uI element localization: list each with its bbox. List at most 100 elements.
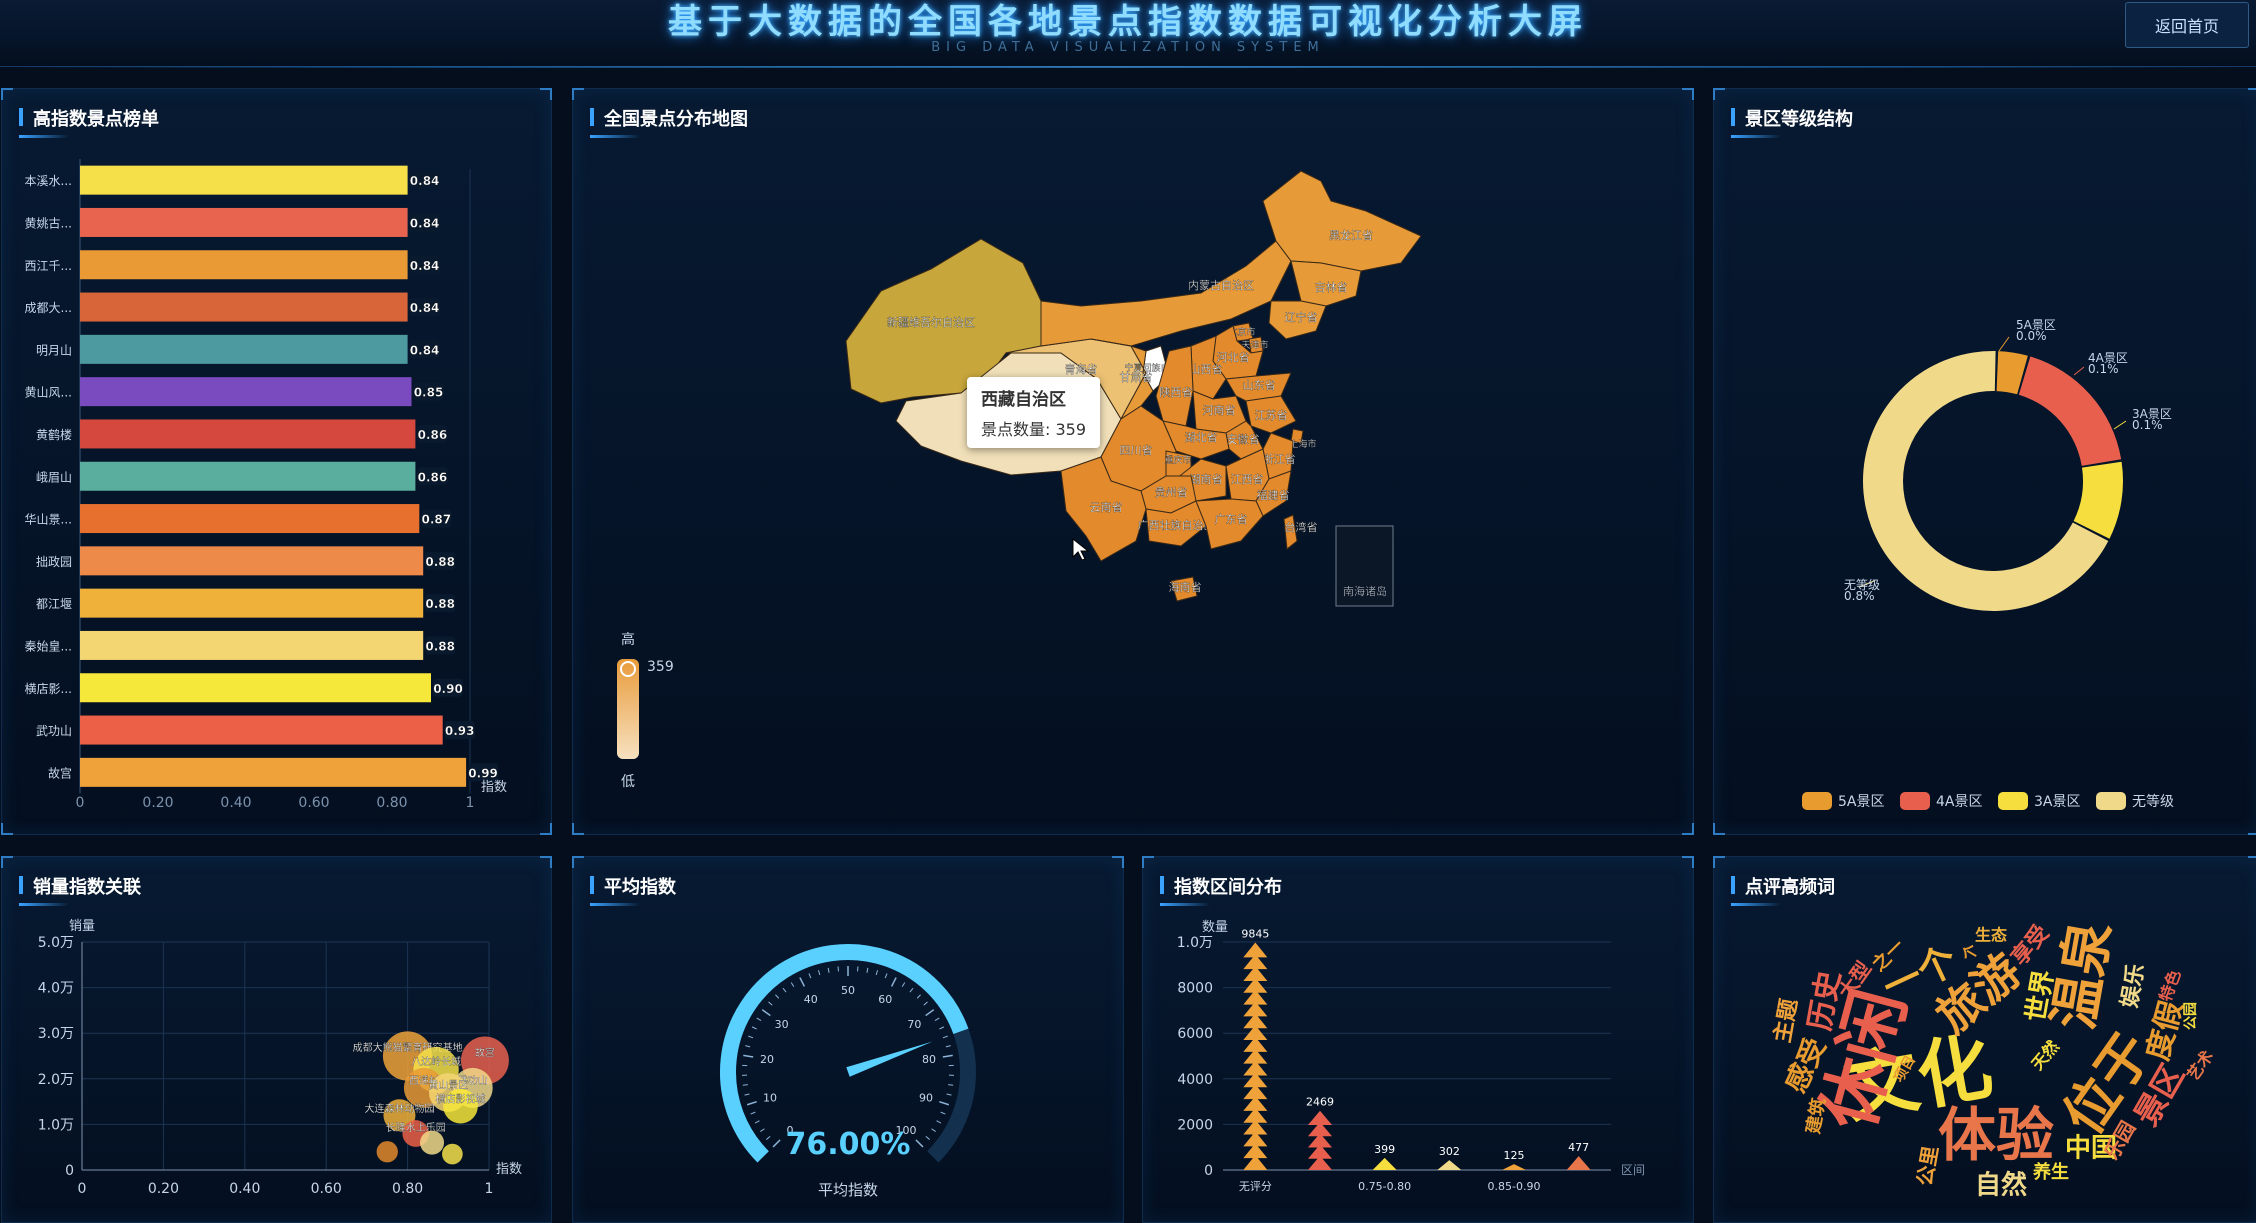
word-cloud-word: 公里 xyxy=(1912,1144,1943,1188)
page-title: 基于大数据的全国各地景点指数数据可视化分析大屏 xyxy=(0,0,2256,43)
gauge-tick xyxy=(747,1102,757,1105)
rank-value-label: 0.86 xyxy=(418,428,448,442)
rank-tick-label: 拙政园 xyxy=(36,555,72,569)
rank-value-label: 0.90 xyxy=(433,682,463,696)
visualmap-high-label: 高 xyxy=(621,631,635,648)
gauge-tick-label: 60 xyxy=(878,993,892,1006)
dist-y-tick: 0 xyxy=(1204,1163,1213,1179)
rank-bar xyxy=(80,208,408,237)
rank-bar xyxy=(80,250,408,279)
tooltip-region: 西藏自治区 xyxy=(981,385,1086,410)
map-region-label: 河南省 xyxy=(1203,404,1236,417)
sales-y-label: 销量 xyxy=(69,919,95,934)
gauge-tick xyxy=(773,1140,780,1147)
gauge-tick xyxy=(768,1002,772,1005)
map-region-label: 吉林省 xyxy=(1315,280,1348,294)
map-region-label: 辽宁省 xyxy=(1285,310,1318,324)
gauge-tick xyxy=(818,970,819,975)
tooltip-label: 景点数量: xyxy=(981,420,1050,439)
dist-x-tick: 0.85-0.90 xyxy=(1488,1180,1541,1193)
sales-y-tick: 4.0万 xyxy=(38,981,74,997)
rank-x-label: 指数 xyxy=(481,780,507,795)
sales-x-tick: 0.80 xyxy=(392,1181,423,1197)
gauge-tick xyxy=(751,1112,756,1114)
gauge-tick xyxy=(755,1121,759,1123)
map-region-label: 广西壮族自治区 xyxy=(1138,518,1215,532)
ranking-chart: 本溪水...0.84黄姚古...0.84西江千...0.84成都大...0.84… xyxy=(2,89,551,834)
sales-y-tick: 1.0万 xyxy=(38,1117,74,1133)
gauge-tick xyxy=(743,1055,753,1057)
rank-bar xyxy=(80,589,423,618)
tooltip-value: 359 xyxy=(1056,420,1087,439)
rank-bar xyxy=(80,462,415,491)
gauge-tick xyxy=(800,978,805,987)
gauge-tick xyxy=(926,1136,930,1139)
rank-tick-label: 都江堰 xyxy=(36,597,72,611)
avg-gauge: 010203040506070809010076.00%平均指数 xyxy=(573,857,1123,1222)
gauge-tick xyxy=(876,970,877,975)
sales-y-tick: 2.0万 xyxy=(38,1072,74,1088)
sales-x-tick: 0.20 xyxy=(148,1181,179,1197)
sales-x-tick: 0 xyxy=(78,1181,87,1197)
scatter-point xyxy=(442,1144,463,1165)
map-region-label: 台湾省 xyxy=(1285,520,1318,534)
map-region-label: 重庆市 xyxy=(1164,454,1191,466)
back-home-button[interactable]: 返回首页 xyxy=(2125,2,2249,48)
gauge-tick xyxy=(948,1085,953,1086)
rank-value-label: 0.87 xyxy=(421,513,451,527)
dist-value-label: 477 xyxy=(1568,1141,1589,1154)
visualmap-max-label: 359 xyxy=(647,659,674,675)
map-region-label: 云南省 xyxy=(1090,501,1123,514)
rank-bar xyxy=(80,546,423,575)
map-region-label: 福建省 xyxy=(1257,488,1290,502)
word-cloud-word: 生态 xyxy=(1975,926,2007,945)
gauge-tick xyxy=(775,995,778,999)
gauge-tick xyxy=(947,1094,952,1095)
rank-bar xyxy=(80,419,415,448)
map-tooltip: 西藏自治区 景点数量: 359 xyxy=(967,377,1100,448)
gauge-tick-label: 70 xyxy=(907,1018,921,1031)
rank-bar xyxy=(80,758,466,787)
sales-scatter-chart: 01.0万2.0万3.0万4.0万5.0万00.200.400.600.801销… xyxy=(2,857,551,1222)
gauge-tick xyxy=(935,1018,939,1021)
gauge-tick xyxy=(828,968,829,973)
dist-x-tick: 0.75-0.80 xyxy=(1358,1180,1411,1193)
gauge-tick xyxy=(916,1140,923,1147)
word-cloud-word: 娱乐 xyxy=(2117,962,2149,1010)
rank-x-tick: 0.60 xyxy=(298,795,329,811)
tooltip-row: 景点数量: 359 xyxy=(981,416,1086,440)
scatter-label: 故宫 xyxy=(475,1046,495,1059)
rank-value-label: 0.99 xyxy=(468,766,498,780)
rank-x-tick: 0.40 xyxy=(220,795,251,811)
visualmap-low-label: 低 xyxy=(621,774,635,790)
dist-x-label: 区间 xyxy=(1621,1163,1645,1177)
dist-y-tick: 1.0万 xyxy=(1177,935,1213,951)
gauge-tick xyxy=(766,1136,770,1139)
dist-bar-segment xyxy=(1243,943,1267,958)
rank-x-tick: 1 xyxy=(466,795,475,811)
map-panel: 全国景点分布地图 新疆维吾尔自治区西藏自治区青海省内蒙古自治区黑龙江省吉林省辽宁… xyxy=(572,88,1694,835)
rank-tick-label: 武功山 xyxy=(36,724,72,738)
avg-panel: 平均指数 010203040506070809010076.00%平均指数 xyxy=(572,856,1124,1223)
rank-x-tick: 0.80 xyxy=(376,795,407,811)
word-cloud-word: 天然 xyxy=(2028,1037,2063,1074)
gauge-tick xyxy=(892,978,897,987)
grade-slice-value: 0.1% xyxy=(2088,362,2119,376)
gauge-tick-label: 30 xyxy=(775,1018,789,1031)
gauge-tick xyxy=(910,988,913,992)
gauge-tick xyxy=(926,1010,934,1016)
map-region-label: 上海市 xyxy=(1289,438,1316,450)
page-subtitle: BIG DATA VISUALIZATION SYSTEM xyxy=(0,40,2256,55)
map-region-label: 山东省 xyxy=(1243,379,1276,392)
rank-tick-label: 横店影... xyxy=(25,682,72,696)
gauge-tick xyxy=(932,1129,936,1132)
grade-donut-chart: 5A景区0.0%4A景区0.1%3A景区0.1%无等级0.8%5A景区4A景区3… xyxy=(1714,89,2256,834)
map-region[interactable] xyxy=(1263,171,1421,271)
gauge-tick xyxy=(943,1036,948,1038)
rank-tick-label: 黄鹤楼 xyxy=(36,427,72,442)
rank-tick-label: 秦始皇... xyxy=(25,639,72,653)
dist-value-label: 2469 xyxy=(1306,1096,1334,1109)
gauge-tick xyxy=(757,1018,761,1021)
legend-swatch xyxy=(1998,792,2028,810)
china-map[interactable]: 新疆维吾尔自治区西藏自治区青海省内蒙古自治区黑龙江省吉林省辽宁省北京市天津市河北… xyxy=(573,89,1693,834)
